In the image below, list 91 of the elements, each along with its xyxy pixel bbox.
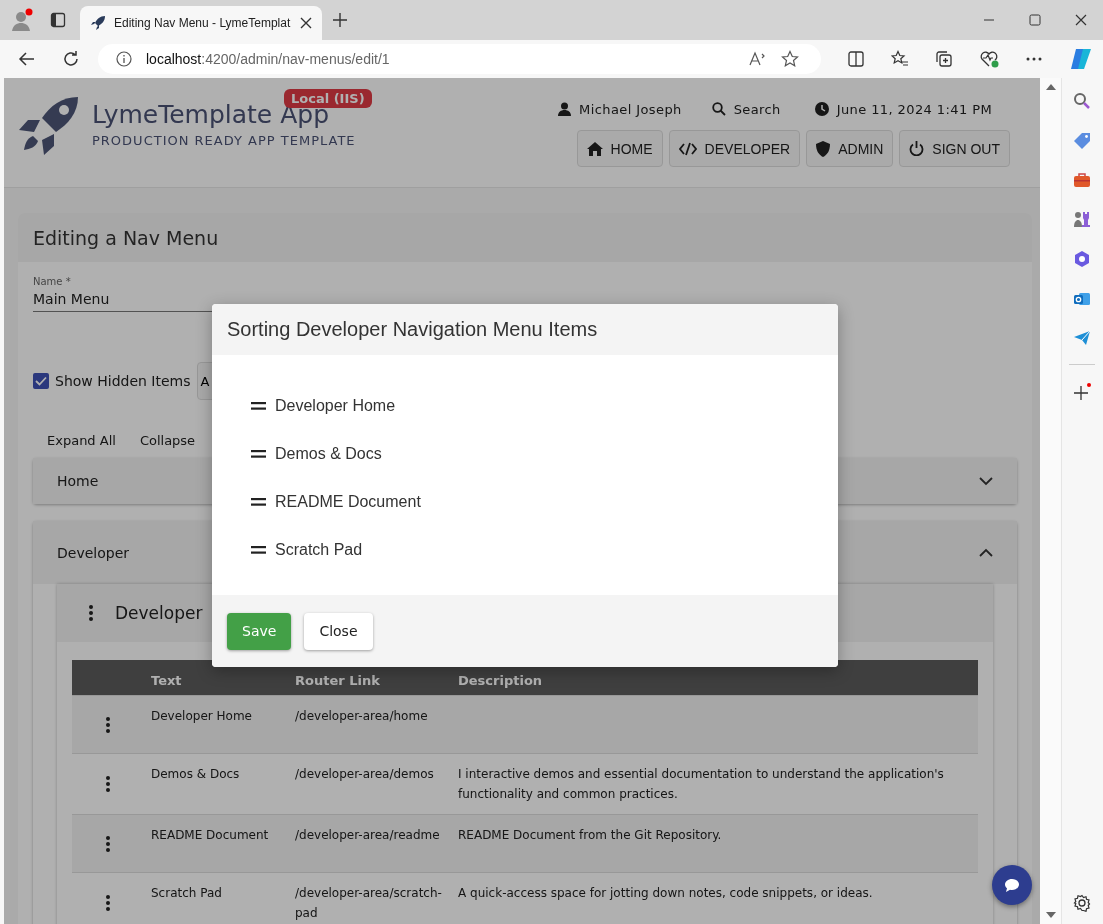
maximize-icon[interactable] — [1029, 14, 1041, 26]
clock-icon — [814, 102, 829, 116]
table-cell-text: /developer-area/demos — [294, 766, 435, 783]
kebab-menu-icon[interactable] — [105, 895, 110, 911]
sortable-item[interactable]: Demos & Docs — [275, 445, 382, 463]
current-datetime: June 11, 2024 1:41 PM — [836, 101, 992, 117]
column-header: Router Link — [294, 672, 381, 688]
favorite-star-icon[interactable] — [781, 50, 799, 68]
chat-bubble-icon — [1004, 877, 1020, 893]
info-icon[interactable] — [116, 51, 132, 67]
table-cell-text: I interactive demos and essential documentation to understand the application's functionality and common practices. — [457, 766, 945, 803]
scroll-down-icon[interactable] — [1045, 912, 1056, 918]
column-header: Text — [150, 672, 183, 688]
rocket-icon — [90, 15, 106, 31]
kebab-menu-icon[interactable] — [89, 605, 93, 621]
rocket-icon — [18, 96, 80, 156]
sortable-item[interactable]: Scratch Pad — [275, 541, 363, 559]
shield-icon — [816, 140, 831, 157]
checkbox-label[interactable]: Show Hidden Items — [55, 373, 191, 389]
settings-icon[interactable] — [1073, 894, 1091, 912]
table-cell-text: /developer-area/readme — [294, 827, 441, 844]
table-cell-text: /developer-area/home — [294, 708, 429, 725]
table-cell-text: Demos & Docs — [150, 766, 241, 783]
copilot-icon[interactable] — [1069, 47, 1093, 71]
close-icon[interactable] — [300, 17, 312, 29]
user-name[interactable]: Michael Joseph — [579, 101, 682, 117]
chevron-down-icon[interactable] — [979, 476, 993, 486]
app-tagline: PRODUCTION READY APP TEMPLATE — [92, 133, 356, 148]
user-icon — [558, 102, 572, 116]
drag-handle-icon[interactable] — [251, 498, 266, 506]
expand-all-button[interactable]: Expand All — [47, 433, 116, 448]
nav-button[interactable]: DEVELOPER — [668, 130, 801, 167]
refresh-icon[interactable] — [62, 50, 80, 68]
column-header: Description — [457, 672, 544, 688]
collections-icon[interactable] — [935, 50, 953, 68]
table-cell-text: README Document from the Git Repository. — [457, 827, 723, 844]
kebab-menu-icon[interactable] — [105, 835, 110, 852]
collapse-button[interactable]: Collapse — [139, 433, 196, 448]
code-icon — [678, 141, 697, 156]
chess-pieces-icon[interactable] — [1072, 210, 1092, 228]
accordion-title[interactable]: Home — [57, 473, 99, 489]
search-icon[interactable] — [711, 102, 726, 116]
nav-button[interactable]: ADMIN — [806, 130, 894, 167]
url-text: localhost:4200/admin/nav-menus/edit/1 — [146, 51, 390, 67]
kebab-menu-icon[interactable] — [105, 716, 110, 733]
sortable-item[interactable]: README Document — [275, 493, 421, 511]
paper-plane-icon[interactable] — [1073, 330, 1091, 346]
circle-logo-icon[interactable] — [1073, 250, 1091, 268]
drag-handle-icon[interactable] — [251, 402, 266, 410]
accordion-title[interactable]: Developer — [57, 544, 129, 561]
nav-button[interactable]: SIGN OUT — [899, 130, 1010, 167]
table-cell-text: README Document — [150, 827, 270, 844]
drag-handle-icon[interactable] — [251, 546, 266, 554]
name-field[interactable]: Name * Main Menu — [33, 276, 213, 312]
tag-icon[interactable] — [1073, 132, 1091, 150]
chevron-up-icon[interactable] — [979, 548, 993, 557]
more-icon[interactable] — [1025, 56, 1043, 62]
table-cell-text: Scratch Pad — [150, 885, 223, 902]
environment-badge: Local (IIS) — [284, 89, 372, 108]
table-cell-text: /developer-area/scratch-pad — [294, 885, 443, 922]
nav-button[interactable]: HOME — [576, 130, 663, 167]
add-icon[interactable] — [1073, 383, 1091, 401]
read-aloud-icon[interactable] — [749, 51, 767, 67]
close-icon[interactable] — [1075, 14, 1087, 26]
tab-title: Editing Nav Menu - LymeTemplat — [114, 16, 292, 30]
show-hidden-checkbox[interactable] — [33, 373, 49, 389]
heart-pulse-icon[interactable] — [979, 50, 999, 68]
favorites-icon[interactable] — [891, 50, 909, 68]
group-title: Developer — [115, 603, 203, 623]
search-icon[interactable] — [1073, 92, 1091, 110]
address-field[interactable]: localhost:4200/admin/nav-menus/edit/1 — [98, 44, 821, 74]
mail-app-icon[interactable] — [1073, 290, 1091, 308]
scroll-up-icon[interactable] — [1045, 84, 1056, 90]
dialog-title: Sorting Developer Navigation Menu Items — [227, 318, 598, 341]
toolbox-icon[interactable] — [1073, 172, 1091, 188]
drag-handle-icon[interactable] — [251, 450, 266, 458]
table-cell-text: Developer Home — [150, 708, 253, 725]
search-link[interactable]: Search — [733, 101, 781, 117]
power-icon — [909, 141, 925, 156]
table-cell-text: A quick-access space for jotting down notes, code snippets, or ideas. — [457, 885, 874, 902]
sortable-item[interactable]: Developer Home — [275, 397, 396, 415]
tab-actions-icon[interactable] — [50, 12, 66, 28]
kebab-menu-icon[interactable] — [105, 776, 110, 792]
card-title: Editing a Nav Menu — [33, 226, 219, 249]
browser-tab[interactable]: Editing Nav Menu - LymeTemplat — [80, 6, 322, 40]
new-tab-icon[interactable] — [332, 12, 348, 28]
profile-icon[interactable] — [10, 8, 34, 32]
back-icon[interactable] — [18, 50, 36, 68]
home-icon — [586, 141, 603, 156]
close-button[interactable]: Close — [304, 612, 373, 650]
split-screen-icon[interactable] — [847, 50, 865, 68]
